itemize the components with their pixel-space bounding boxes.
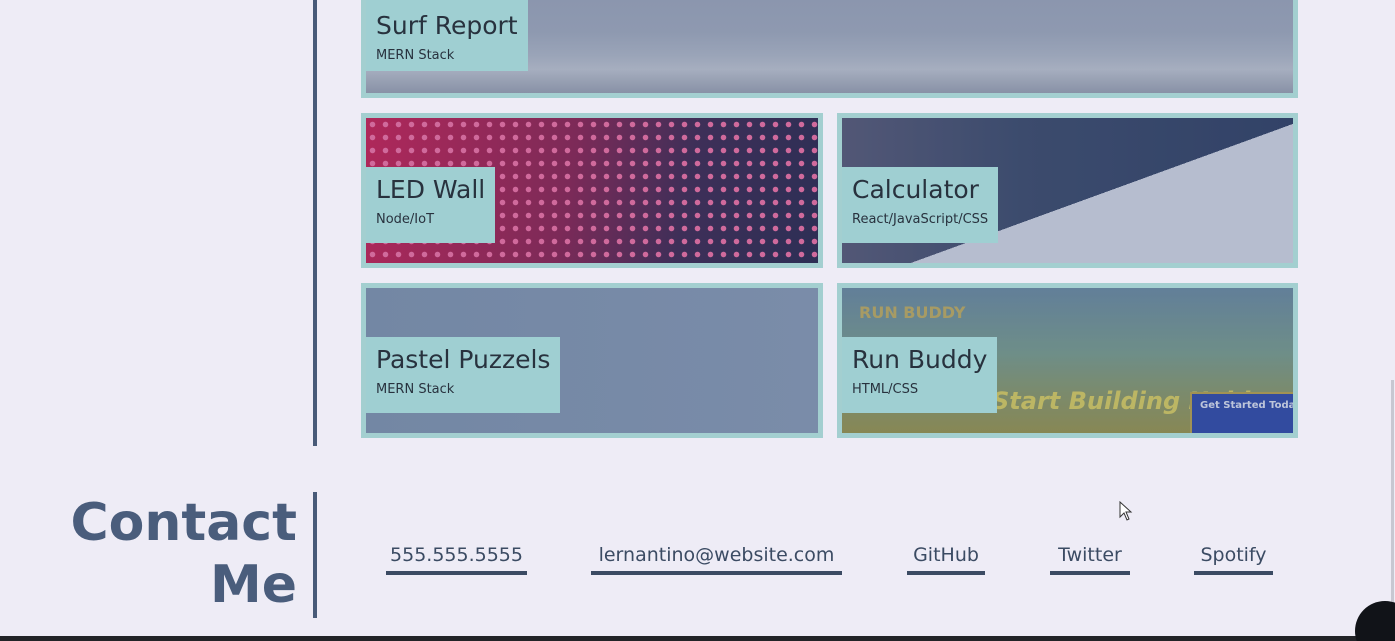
contact-link-github[interactable]: GitHub xyxy=(907,540,985,575)
contact-link-email[interactable]: lernantino@website.com xyxy=(591,540,842,575)
project-card-led-wall[interactable]: LED Wall Node/IoT xyxy=(361,113,823,268)
project-card-calculator[interactable]: Calculator React/JavaScript/CSS xyxy=(837,113,1298,268)
project-tech: MERN Stack xyxy=(376,48,455,63)
contact-link-spotify[interactable]: Spotify xyxy=(1194,540,1273,575)
project-title: Run Buddy xyxy=(852,345,988,374)
section-divider-contact xyxy=(313,492,317,618)
project-tech: MERN Stack xyxy=(376,382,455,397)
page-scrollbar[interactable] xyxy=(1391,380,1394,610)
project-title: Calculator xyxy=(852,175,979,204)
taskbar-edge xyxy=(0,636,1395,641)
project-tech: Node/IoT xyxy=(376,212,435,227)
portfolio-page: Surf Report MERN Stack LED Wall Node/IoT… xyxy=(0,0,1395,641)
mouse-cursor-icon xyxy=(1119,501,1133,521)
project-label: Calculator React/JavaScript/CSS xyxy=(842,167,999,243)
contact-heading: Contact Me xyxy=(0,492,297,616)
project-card-pastel-puzzels[interactable]: Pastel Puzzels MERN Stack xyxy=(361,283,823,438)
contact-link-phone[interactable]: 555.555.5555 xyxy=(386,540,527,575)
project-label: LED Wall Node/IoT xyxy=(366,167,496,243)
contact-heading-line2: Me xyxy=(209,555,297,615)
project-label: Pastel Puzzels MERN Stack xyxy=(366,337,561,413)
project-title: Pastel Puzzels xyxy=(376,345,551,374)
project-tech: React/JavaScript/CSS xyxy=(852,212,989,227)
project-title: Surf Report xyxy=(376,11,518,40)
project-card-surf-report[interactable]: Surf Report MERN Stack xyxy=(361,0,1298,98)
floating-chat-button[interactable] xyxy=(1355,601,1395,641)
project-title: LED Wall xyxy=(376,175,486,204)
contact-link-twitter[interactable]: Twitter xyxy=(1050,540,1130,575)
section-divider-work xyxy=(313,0,317,446)
project-label: Surf Report MERN Stack xyxy=(366,0,528,71)
project-tech: HTML/CSS xyxy=(852,382,919,397)
project-card-run-buddy[interactable]: RUN BUDDY Start Building Habits Get Star… xyxy=(837,283,1298,438)
contact-heading-line1: Contact xyxy=(70,493,297,553)
project-label: Run Buddy HTML/CSS xyxy=(842,337,998,413)
